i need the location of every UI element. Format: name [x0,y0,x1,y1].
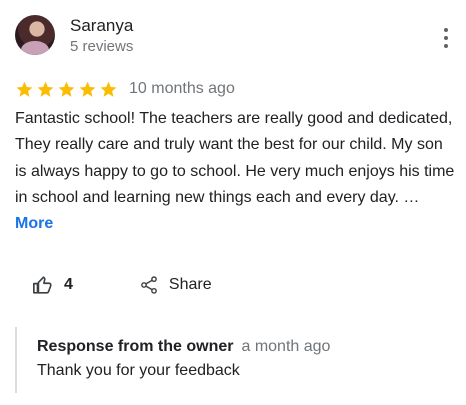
star-icon [100,81,117,97]
star-rating [15,80,118,99]
star-icon [16,81,33,97]
more-link[interactable]: More [15,215,53,232]
like-button[interactable]: 4 [32,274,73,296]
owner-response-title: Response from the owner [37,338,234,355]
author-avatar[interactable] [15,15,55,55]
star-icon [37,81,54,97]
owner-response-text: Thank you for your feedback [37,362,240,379]
share-icon [141,276,157,294]
avatar-figure [21,41,49,55]
author-review-count[interactable]: 5 reviews [70,38,133,55]
rating-row: 10 months ago [15,78,235,100]
review-actions: 4 Share [32,271,212,299]
share-label: Share [168,276,212,293]
kebab-dot [444,36,448,40]
star-icon [58,81,75,97]
thumb-up-icon [33,276,52,294]
owner-response-header: Response from the owner a month ago [37,338,330,356]
review-time: 10 months ago [129,80,235,97]
share-button[interactable]: Share [139,275,212,295]
more-options-icon[interactable] [438,28,454,48]
author-name[interactable]: Saranya [70,16,133,36]
review-text: Fantastic school! The teachers are reall… [15,106,455,237]
kebab-dot [444,28,448,32]
owner-response-time: a month ago [241,338,331,355]
like-count: 4 [64,276,73,293]
owner-response: Response from the owner a month ago Thank… [15,327,457,393]
star-icon [79,81,96,97]
review-body: Fantastic school! The teachers are reall… [15,110,455,206]
kebab-dot [444,44,448,48]
